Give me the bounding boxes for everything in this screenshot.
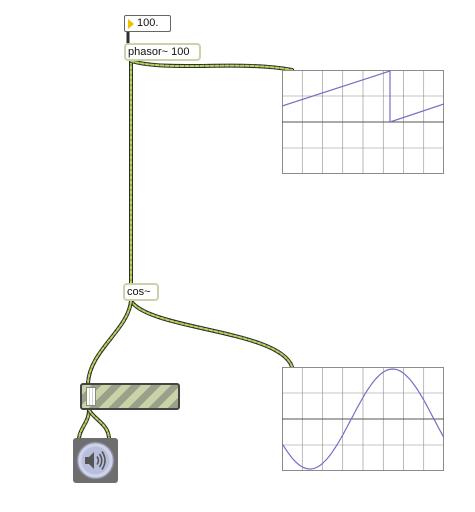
gain-slider-knob[interactable] — [86, 387, 96, 406]
frequency-number-box[interactable]: 100. — [124, 15, 171, 32]
cos-object[interactable]: cos~ — [123, 283, 159, 301]
cos-object-label: cos~ — [127, 286, 151, 298]
speaker-icon — [76, 441, 115, 480]
dac-button[interactable] — [73, 438, 118, 483]
triangle-right-icon — [128, 19, 134, 29]
cord-cos-to-gain[interactable] — [86, 299, 133, 385]
phasor-scope[interactable] — [282, 70, 444, 174]
cord-gain-to-dac-right[interactable] — [87, 408, 111, 440]
cord-cos-to-scope2[interactable] — [129, 299, 294, 369]
phasor-object-label: phasor~ 100 — [128, 46, 190, 58]
patcher-canvas[interactable]: 100. phasor~ 100 cos~ — [0, 0, 475, 512]
cord-phasor-to-scope1[interactable] — [129, 59, 294, 72]
cord-gain-to-dac-left[interactable] — [77, 408, 91, 440]
gain-slider[interactable] — [80, 383, 180, 410]
number-box-value: 100. — [137, 17, 159, 29]
cosine-scope[interactable] — [282, 367, 444, 471]
phasor-object[interactable]: phasor~ 100 — [124, 43, 201, 61]
